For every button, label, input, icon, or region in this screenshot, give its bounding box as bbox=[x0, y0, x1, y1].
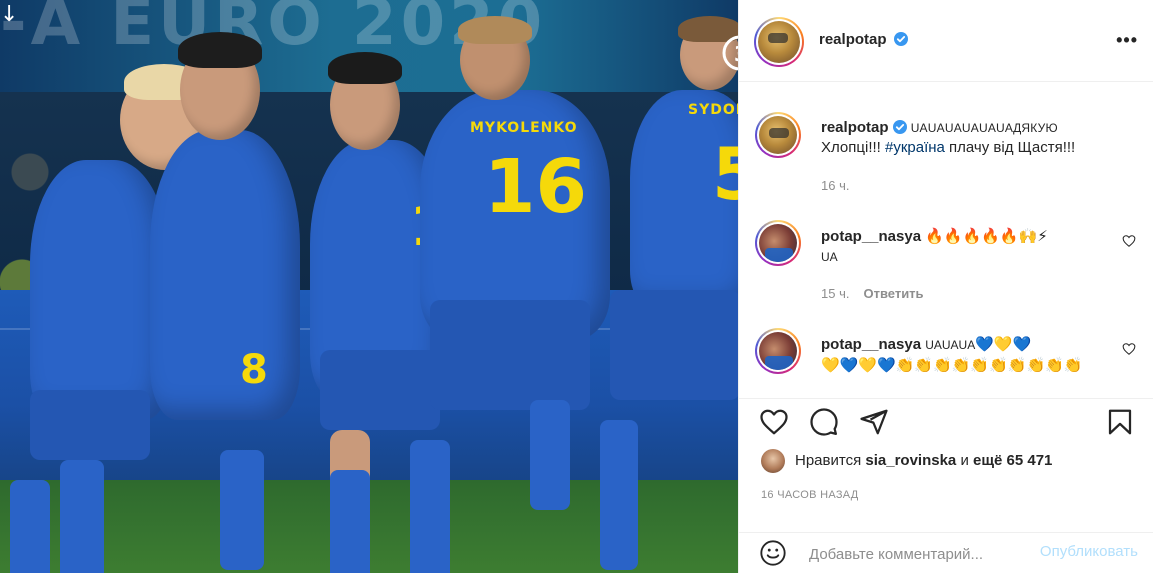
commenter-username[interactable]: potap__nasya bbox=[821, 228, 921, 245]
reply-button[interactable]: Ответить bbox=[863, 286, 923, 301]
comments-list: realpotap UAUAUAUAUAUAДЯКУЮ Хлопці!!! #у… bbox=[739, 82, 1153, 398]
post-header: realpotap ••• bbox=[739, 0, 1153, 82]
comment-emojis-line2: 💛💙💛💙👏👏👏👏👏👏👏👏👏👏 bbox=[821, 356, 1083, 374]
caption-text: realpotap UAUAUAUAUAUAДЯКУЮ Хлопці!!! #у… bbox=[821, 118, 1106, 158]
like-heart-icon[interactable] bbox=[759, 407, 789, 437]
comment-time: 15 ч. bbox=[821, 286, 850, 301]
commenter-avatar[interactable] bbox=[755, 328, 801, 374]
author-username[interactable]: realpotap bbox=[819, 31, 887, 48]
comment-bubble-icon[interactable] bbox=[809, 407, 839, 437]
likes-count[interactable]: ещё 65 471 bbox=[973, 452, 1052, 469]
caption-line: Хлопці!!! bbox=[821, 139, 885, 156]
liker-username[interactable]: sia_rovinska bbox=[865, 452, 956, 469]
post-actions: Нравится sia_rovinska и ещё 65 471 16 ЧА… bbox=[739, 398, 1153, 510]
comment-flag: UAUAUA bbox=[925, 338, 976, 352]
hashtag-link[interactable]: #україна bbox=[885, 139, 945, 156]
carousel-indicator-icon: 3 bbox=[718, 30, 738, 76]
caption-time: 16 ч. bbox=[821, 178, 850, 193]
verified-badge-icon bbox=[892, 120, 907, 134]
jersey-name: SYDORC bbox=[688, 102, 738, 118]
emoji-smile-icon[interactable] bbox=[759, 539, 787, 567]
caption-line-end: плачу від Щастя!!! bbox=[944, 139, 1076, 156]
jersey-number: 16 bbox=[484, 144, 587, 230]
post-photo[interactable]: -A EURO 2020 8 10 MYKOLENKO 16 bbox=[0, 0, 738, 573]
post-sidebar: realpotap ••• realpotap UAUAUAUAUAUAДЯКУ… bbox=[738, 0, 1153, 573]
likes-summary: Нравится sia_rovinska и ещё 65 471 bbox=[761, 449, 1052, 475]
comment-flag: UA bbox=[821, 250, 838, 264]
add-comment-bar: Опубликовать bbox=[739, 532, 1153, 573]
comment-input[interactable] bbox=[809, 543, 1014, 565]
comment-item: potap__nasya UAUAUA💙💛💙 💛💙💛💙👏👏👏👏👏👏👏👏👏👏 bbox=[755, 328, 1140, 398]
comment-text: potap__nasya 🔥🔥🔥🔥🔥🙌⚡ UA bbox=[821, 226, 1106, 267]
publish-button[interactable]: Опубликовать bbox=[1040, 543, 1138, 560]
caption: realpotap UAUAUAUAUAUAДЯКУЮ Хлопці!!! #у… bbox=[755, 112, 1140, 202]
caption-prefix: UAUAUAUAUAUAДЯКУЮ bbox=[910, 121, 1058, 135]
caption-username[interactable]: realpotap bbox=[821, 119, 889, 136]
download-arrow-icon[interactable]: ↓ bbox=[0, 2, 18, 28]
commenter-avatar[interactable] bbox=[755, 220, 801, 266]
save-bookmark-icon[interactable] bbox=[1105, 407, 1135, 437]
verified-badge-icon bbox=[894, 32, 909, 46]
author-avatar[interactable] bbox=[754, 17, 804, 67]
jersey-name: MYKOLENKO bbox=[470, 120, 578, 136]
comment-meta: 15 ч. Ответить bbox=[821, 286, 924, 301]
share-paper-plane-icon[interactable] bbox=[859, 407, 889, 437]
comment-text: potap__nasya UAUAUA💙💛💙 💛💙💛💙👏👏👏👏👏👏👏👏👏👏 bbox=[821, 334, 1106, 376]
post-timestamp[interactable]: 16 ЧАСОВ НАЗАД bbox=[761, 489, 859, 501]
jersey-number: 8 bbox=[240, 347, 268, 393]
commenter-username[interactable]: potap__nasya bbox=[821, 336, 921, 353]
author-avatar[interactable] bbox=[755, 112, 801, 158]
comment-emojis: 🔥🔥🔥🔥🔥🙌⚡ bbox=[925, 227, 1048, 245]
likes-prefix: Нравится bbox=[795, 451, 862, 469]
like-comment-heart-icon[interactable] bbox=[1122, 234, 1136, 248]
likes-conjunction: и bbox=[960, 451, 969, 469]
like-comment-heart-icon[interactable] bbox=[1122, 342, 1136, 356]
liker-avatar[interactable] bbox=[761, 449, 785, 473]
comment-item: potap__nasya 🔥🔥🔥🔥🔥🙌⚡ UA 15 ч. Ответить bbox=[755, 220, 1140, 310]
comment-emojis: 💙💛💙 bbox=[975, 335, 1032, 353]
more-options-icon[interactable]: ••• bbox=[1116, 30, 1138, 50]
jersey-number: 5 bbox=[712, 132, 738, 216]
